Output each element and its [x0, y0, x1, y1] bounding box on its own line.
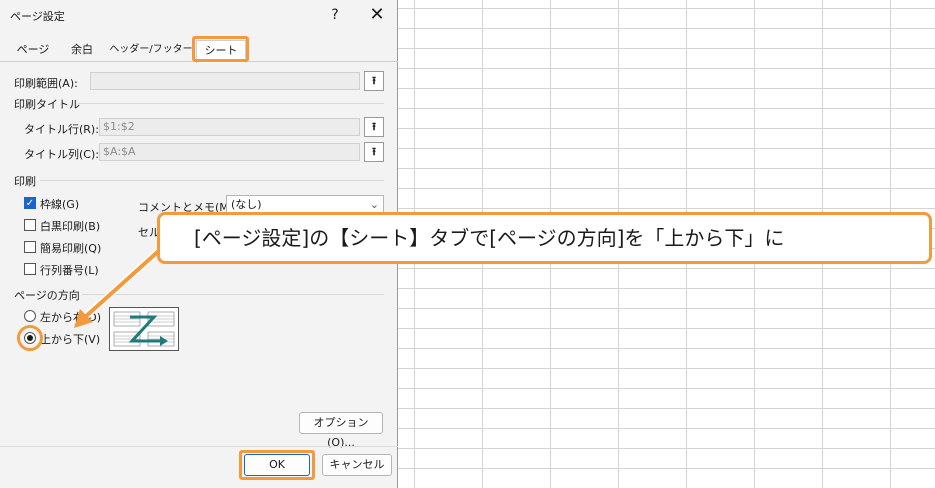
print-area-field[interactable] — [90, 72, 360, 90]
tab-sheet-highlight — [192, 36, 249, 62]
title-rows-field[interactable]: $1:$2 — [99, 118, 360, 136]
radio-highlight — [17, 325, 43, 351]
ok-button-highlight — [239, 450, 315, 480]
page-order-preview — [109, 307, 179, 351]
options-button[interactable]: オプション(O)... — [299, 412, 383, 449]
footer-divider — [0, 446, 398, 447]
row-col-headings-checkbox[interactable] — [24, 263, 36, 275]
title-cols-collapse-button[interactable]: ⭱ — [364, 142, 384, 162]
comments-value: (なし) — [231, 198, 262, 211]
print-section-label: 印刷 — [14, 175, 36, 188]
close-icon[interactable]: ✕ — [362, 2, 392, 28]
collapse-icon: ⭱ — [372, 120, 376, 133]
title-rows-collapse-button[interactable]: ⭱ — [364, 117, 384, 137]
left-to-right-label: 左から右(D) — [40, 311, 102, 324]
page-order-preview-icon — [113, 311, 175, 347]
draft-quality-label: 簡易印刷(Q) — [40, 242, 102, 255]
tab-margins[interactable]: 余白 — [60, 40, 104, 62]
print-area-label: 印刷範囲(A): — [14, 77, 78, 90]
left-to-right-radio[interactable] — [24, 310, 36, 322]
tab-header-footer[interactable]: ヘッダー/フッター — [108, 40, 194, 62]
page-order-label: ページの方向 — [14, 289, 80, 302]
black-white-label: 白黒印刷(B) — [40, 220, 101, 233]
title-cols-field[interactable]: $A:$A — [99, 143, 360, 161]
collapse-icon: ⭱ — [372, 145, 376, 158]
row-col-headings-label: 行列番号(L) — [40, 264, 99, 277]
top-to-bottom-label: 上から下(V) — [40, 333, 101, 346]
black-white-checkbox[interactable] — [24, 219, 36, 231]
section-divider — [82, 294, 384, 295]
tab-page[interactable]: ページ — [10, 40, 56, 62]
dialog-title: ページ設定 — [10, 10, 65, 23]
print-titles-label: 印刷タイトル — [14, 98, 80, 111]
help-button[interactable]: ? — [320, 2, 350, 28]
gridlines-checkbox[interactable]: ✓ — [24, 197, 36, 209]
gridlines-label: 枠線(G) — [40, 198, 80, 211]
cancel-button[interactable]: キャンセル — [322, 454, 392, 476]
draft-quality-checkbox[interactable] — [24, 241, 36, 253]
instruction-callout: [ページ設定]の【シート】タブで[ページの方向]を「上から下」に — [157, 212, 932, 264]
section-divider — [40, 180, 384, 181]
section-divider — [78, 103, 384, 104]
title-rows-label: タイトル行(R): — [24, 123, 99, 136]
print-area-collapse-button[interactable]: ⭱ — [364, 71, 384, 91]
title-cols-label: タイトル列(C): — [24, 148, 99, 161]
collapse-icon: ⭱ — [372, 74, 376, 87]
